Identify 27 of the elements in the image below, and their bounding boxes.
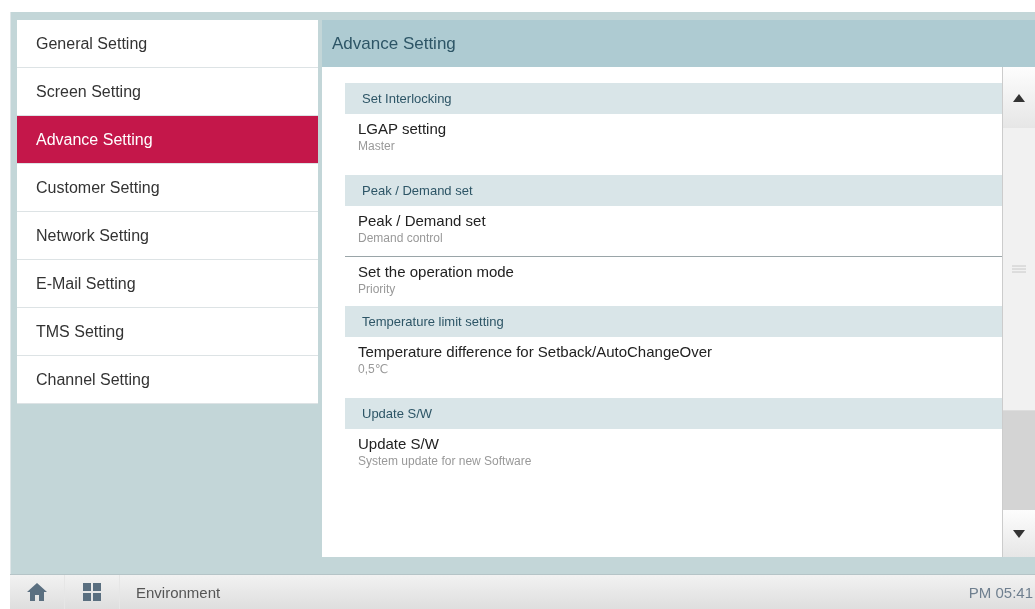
up-triangle-icon — [1013, 93, 1025, 102]
setting-item[interactable]: Update S/W System update for new Software — [345, 429, 1002, 479]
section-header: Set Interlocking — [345, 83, 1002, 114]
clock-time: PM 05:41 — [968, 583, 1033, 601]
section-header: Temperature limit setting — [345, 306, 1002, 337]
setting-title: Update S/W — [358, 435, 440, 452]
setting-item[interactable]: Peak / Demand set Demand control — [345, 206, 1002, 256]
section-header: Peak / Demand set — [345, 175, 1002, 206]
setting-title: Temperature difference for Setback/AutoChangeOver — [358, 343, 714, 360]
setting-value: System update for new Software — [358, 454, 533, 468]
scroll-thumb[interactable] — [1003, 128, 1035, 411]
setting-value: Master — [358, 139, 396, 153]
down-triangle-icon — [1013, 529, 1025, 538]
section-header: Update S/W — [345, 398, 1002, 429]
setting-value: Priority — [358, 282, 397, 296]
panel-title: Advance Setting — [322, 20, 1035, 67]
setting-item[interactable]: Temperature difference for Setback/AutoChangeOver 0,5℃ — [345, 337, 1002, 398]
setting-value: Demand control — [358, 231, 444, 245]
setting-title: Set the operation mode — [358, 263, 515, 280]
sidebar-item[interactable]: Advance Setting — [17, 116, 318, 164]
setting-title: LGAP setting — [358, 120, 448, 137]
home-icon — [27, 583, 47, 601]
breadcrumb-label: Environment — [136, 583, 222, 601]
setting-value: 0,5℃ — [358, 362, 390, 376]
setting-title: Peak / Demand set — [358, 212, 487, 229]
grid-icon — [83, 583, 101, 601]
setting-item[interactable]: LGAP setting Master — [345, 114, 1002, 175]
